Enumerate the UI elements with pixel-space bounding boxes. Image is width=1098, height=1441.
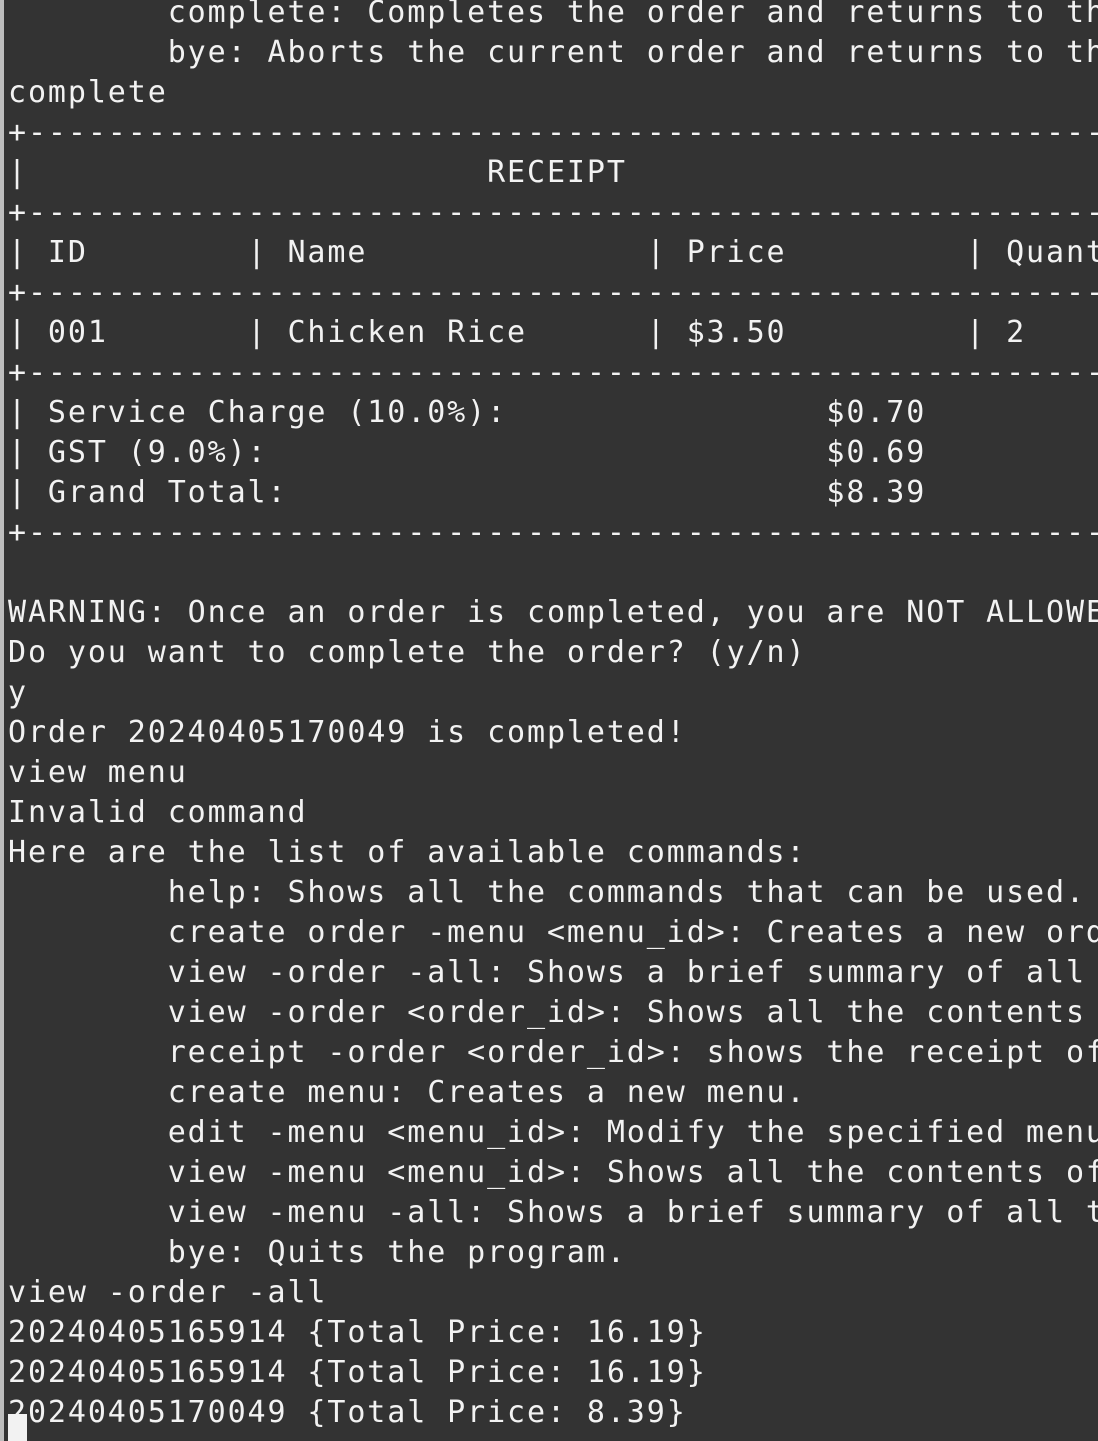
help-line-bye-abort: bye: Aborts the current order and return… (8, 35, 1098, 70)
warning-line: WARNING: Once an order is completed, you… (8, 595, 1098, 630)
help-heading: Here are the list of available commands: (8, 835, 807, 870)
help-line-view-menu-all: view -menu -all: Shows a brief summary o… (8, 1195, 1098, 1230)
text-cursor[interactable] (8, 1414, 27, 1441)
receipt-border: +---------------------------------------… (8, 355, 1098, 390)
command-complete: complete (8, 75, 168, 110)
receipt-border: +---------------------------------------… (8, 275, 1098, 310)
help-line-receipt-order: receipt -order <order_id>: shows the rec… (8, 1035, 1098, 1070)
receipt-grand-total: | Grand Total: $8.39 | (8, 475, 927, 510)
help-line-view-menu: view -menu <menu_id>: Shows all the cont… (8, 1155, 1098, 1190)
receipt-border-top: +---------------------------------------… (8, 115, 1098, 150)
help-line-create-order: create order -menu <menu_id>: Creates a … (8, 915, 1098, 950)
user-input-y: y (8, 675, 28, 710)
help-line-complete: complete: Completes the order and return… (8, 0, 1098, 30)
window-border (0, 0, 4, 1441)
help-line-help: help: Shows all the commands that can be… (8, 875, 1086, 910)
help-line-view-order-all: view -order -all: Shows a brief summary … (8, 955, 1086, 990)
receipt-border-bottom: +---------------------------------------… (8, 515, 1098, 550)
command-view-menu: view menu (8, 755, 188, 790)
order-summary-line: 20240405165914 {Total Price: 16.19} (8, 1315, 707, 1350)
help-line-edit-menu: edit -menu <menu_id>: Modify the specifi… (8, 1115, 1098, 1150)
invalid-command-message: Invalid command (8, 795, 308, 830)
receipt-title: | RECEIPT | (8, 155, 627, 190)
receipt-service-charge: | Service Charge (10.0%): $0.70 | (8, 395, 927, 430)
terminal-window[interactable]: complete: Completes the order and return… (0, 0, 1098, 1441)
receipt-header-row: | ID | Name | Price | Quantity | (8, 235, 1098, 270)
receipt-item-row: | 001 | Chicken Rice | $3.50 | 2 | (8, 315, 1027, 350)
terminal-output: complete: Completes the order and return… (8, 0, 1098, 1433)
order-summary-line: 20240405165914 {Total Price: 16.19} (8, 1355, 707, 1390)
command-view-order-all: view -order -all (8, 1275, 328, 1310)
help-line-bye: bye: Quits the program. (8, 1235, 627, 1270)
order-completed-message: Order 20240405170049 is completed! (8, 715, 687, 750)
order-summary-line: 20240405170049 {Total Price: 8.39} (8, 1395, 687, 1430)
receipt-gst: | GST (9.0%): $0.69 | (8, 435, 927, 470)
receipt-border: +---------------------------------------… (8, 195, 1098, 230)
help-line-view-order: view -order <order_id>: Shows all the co… (8, 995, 1086, 1030)
help-line-create-menu: create menu: Creates a new menu. (8, 1075, 807, 1110)
confirm-prompt: Do you want to complete the order? (y/n) (8, 635, 807, 670)
